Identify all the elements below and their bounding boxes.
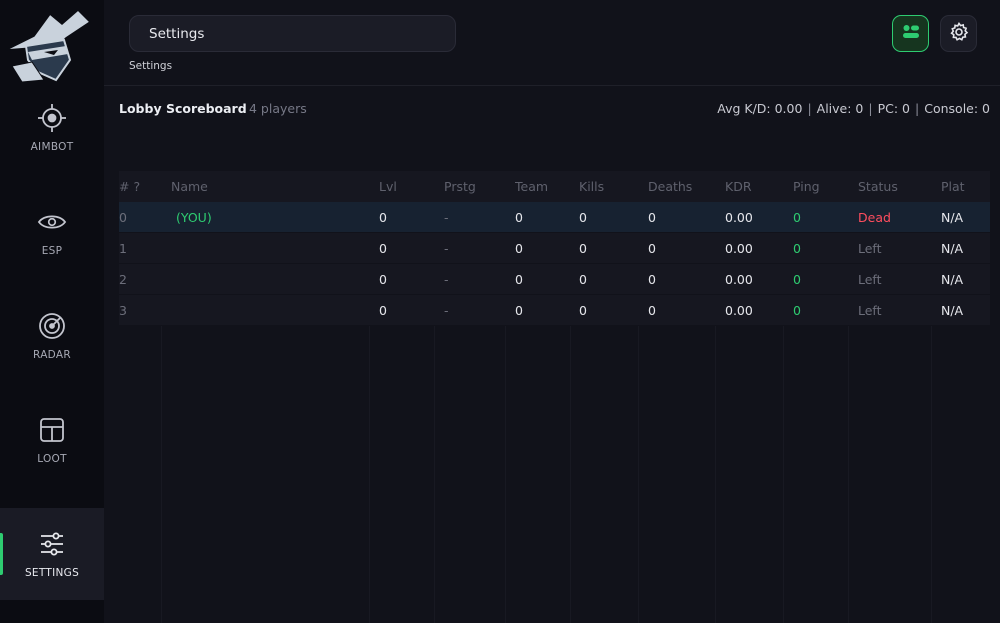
sidebar-item-label: RADAR	[33, 349, 71, 361]
players-button[interactable]	[892, 15, 929, 52]
cell-deaths: 0	[648, 240, 656, 256]
status-badge: Dead	[858, 209, 891, 225]
sidebar-item-label: ESP	[41, 245, 63, 257]
cell-lvl: 0	[379, 240, 387, 256]
sidebar-item-label: SETTINGS	[24, 567, 80, 579]
cell-prstg: -	[444, 209, 449, 225]
status-badge: Left	[858, 240, 882, 256]
column-header-deaths[interactable]: Deaths	[648, 179, 692, 194]
sidebar-item-label: AIMBOT	[30, 141, 74, 153]
cell-kdr: 0.00	[725, 271, 753, 287]
cell-team: 0	[515, 271, 523, 287]
column-header-name[interactable]: Name	[171, 179, 208, 194]
search-input[interactable]: Settings	[129, 15, 456, 52]
sidebar-item-aimbot[interactable]: AIMBOT	[0, 82, 104, 174]
cell-kills: 0	[579, 240, 587, 256]
search-input-value: Settings	[149, 25, 205, 42]
sliders-icon	[37, 529, 67, 559]
stat-separator: |	[868, 101, 873, 116]
table-row[interactable]: 1 0 - 0 0 0 0.00 0 Left N/A	[119, 233, 990, 264]
column-header-plat[interactable]: Plat	[941, 179, 965, 194]
cell-index: 3	[119, 302, 127, 318]
cell-team: 0	[515, 209, 523, 225]
cell-kdr: 0.00	[725, 302, 753, 318]
cell-deaths: 0	[648, 271, 656, 287]
loot-layout-icon	[37, 415, 67, 445]
cell-plat: N/A	[941, 209, 964, 225]
radar-icon	[37, 311, 67, 341]
breadcrumb: Settings	[129, 60, 173, 72]
column-header-kills[interactable]: Kills	[579, 179, 604, 194]
status-badge: Left	[858, 271, 882, 287]
header-divider	[104, 85, 1000, 86]
cell-kills: 0	[579, 209, 587, 225]
cell-plat: N/A	[941, 271, 964, 287]
column-header-ping[interactable]: Ping	[793, 179, 820, 194]
cell-index: 2	[119, 271, 127, 287]
cell-name: (YOU)	[176, 209, 212, 225]
ninja-logo-icon	[4, 6, 92, 84]
cell-team: 0	[515, 302, 523, 318]
table-row[interactable]: 0 (YOU) 0 - 0 0 0 0.00 0 Dead N/A	[119, 202, 990, 233]
scoreboard-title: Lobby Scoreboard	[119, 101, 247, 116]
console-stat: Console: 0	[924, 101, 990, 116]
cell-kdr: 0.00	[725, 209, 753, 225]
cell-kills: 0	[579, 302, 587, 318]
sidebar-item-label: LOOT	[37, 453, 67, 465]
cell-kills: 0	[579, 271, 587, 287]
cell-ping: 0	[793, 271, 801, 287]
table-row[interactable]: 3 0 - 0 0 0 0.00 0 Left N/A	[119, 295, 990, 326]
cell-ping: 0	[793, 302, 801, 318]
sidebar-item-loot[interactable]: LOOT	[0, 394, 104, 486]
column-header-lvl[interactable]: Lvl	[379, 179, 397, 194]
gear-icon	[949, 21, 969, 46]
cell-ping: 0	[793, 209, 801, 225]
cell-plat: N/A	[941, 302, 964, 318]
crosshair-icon	[37, 103, 67, 133]
cell-kdr: 0.00	[725, 240, 753, 256]
cell-index: 1	[119, 240, 127, 256]
cell-deaths: 0	[648, 209, 656, 225]
sidebar-item-esp[interactable]: ESP	[0, 186, 104, 278]
cell-prstg: -	[444, 271, 449, 287]
cell-lvl: 0	[379, 271, 387, 287]
column-header-index[interactable]: # ?	[119, 179, 140, 194]
table-row[interactable]: 2 0 - 0 0 0 0.00 0 Left N/A	[119, 264, 990, 295]
cell-lvl: 0	[379, 209, 387, 225]
cell-prstg: -	[444, 240, 449, 256]
player-count: 4 players	[249, 101, 307, 116]
cell-deaths: 0	[648, 302, 656, 318]
cell-index: 0	[119, 209, 127, 225]
alive-stat: Alive: 0	[816, 101, 864, 116]
table-header: # ? Name Lvl Prstg Team Kills Deaths KDR…	[119, 171, 990, 202]
sidebar-item-settings[interactable]: SETTINGS	[0, 508, 104, 600]
settings-button[interactable]	[940, 15, 977, 52]
sidebar: AIMBOT ESP RADAR LOOT SETTINGS	[0, 0, 104, 623]
stat-separator: |	[915, 101, 920, 116]
status-badge: Left	[858, 302, 882, 318]
scoreboard-stats: Avg K/D: 0.00 | Alive: 0 | PC: 0 | Console: 0	[717, 101, 990, 116]
column-header-status[interactable]: Status	[858, 179, 898, 194]
eye-icon	[37, 207, 67, 237]
cell-plat: N/A	[941, 240, 964, 256]
stat-separator: |	[807, 101, 812, 116]
column-header-kdr[interactable]: KDR	[725, 179, 752, 194]
cell-ping: 0	[793, 240, 801, 256]
cell-lvl: 0	[379, 302, 387, 318]
active-indicator	[0, 533, 3, 575]
cell-team: 0	[515, 240, 523, 256]
pc-stat: PC: 0	[877, 101, 911, 116]
column-header-team[interactable]: Team	[515, 179, 548, 194]
column-header-prstg[interactable]: Prstg	[444, 179, 476, 194]
scoreboard-table: # ? Name Lvl Prstg Team Kills Deaths KDR…	[119, 171, 990, 623]
players-icon	[902, 24, 920, 44]
sidebar-item-radar[interactable]: RADAR	[0, 290, 104, 382]
avg-kd-stat: Avg K/D: 0.00	[717, 101, 803, 116]
cell-prstg: -	[444, 302, 449, 318]
